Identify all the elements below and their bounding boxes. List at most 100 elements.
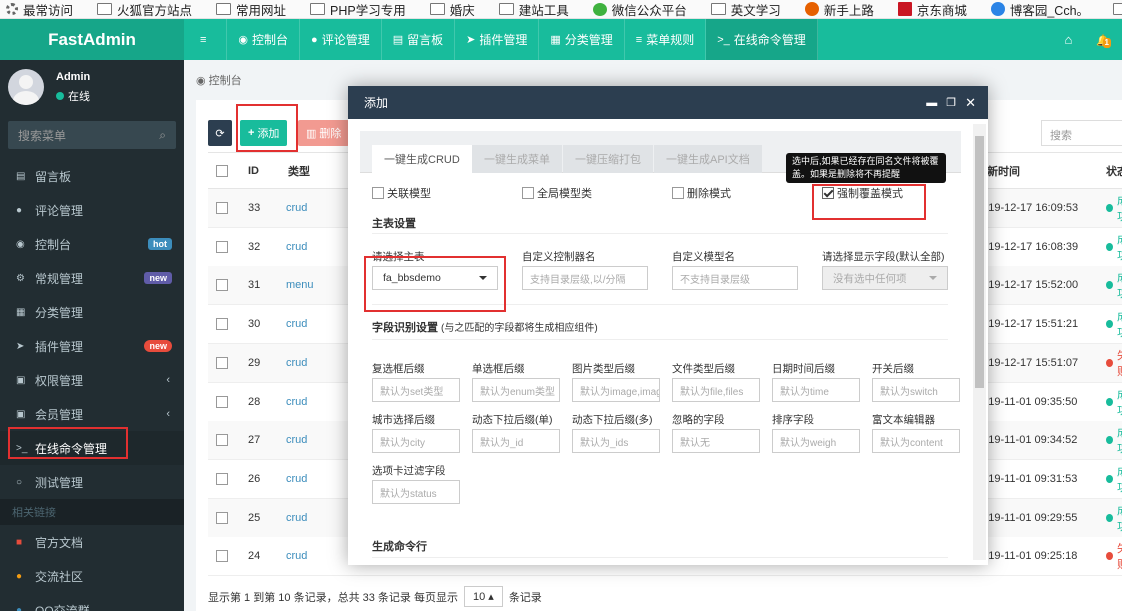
top-nav-item[interactable]: ◉ 控制台 <box>227 19 301 60</box>
grid-search-input[interactable]: 搜索 <box>1041 120 1122 146</box>
cell-type[interactable]: crud <box>286 344 307 382</box>
display-fields-select[interactable]: 没有选中任何项 <box>822 266 948 290</box>
relation-model-checkbox[interactable]: 关联模型 <box>372 185 431 201</box>
sidebar-item[interactable]: ▤ 留言板 <box>0 159 184 193</box>
sidebar-item[interactable]: ▦ 分类管理 <box>0 295 184 329</box>
bookmark-item[interactable]: 英文学习 <box>705 0 781 18</box>
field-input[interactable]: 默认为file,files <box>672 378 760 402</box>
cell-type[interactable]: crud <box>286 189 307 227</box>
row-checkbox[interactable] <box>216 511 228 524</box>
global-model-checkbox[interactable]: 全局模型类 <box>522 185 592 201</box>
row-checkbox[interactable] <box>216 279 228 292</box>
dialog-tab[interactable]: 一键生成API文档 <box>654 145 762 173</box>
top-nav-item[interactable]: ● 评论管理 <box>300 19 382 60</box>
field-input[interactable]: 默认为_ids <box>572 429 660 453</box>
delete-button[interactable]: ▥ 删除 <box>298 120 350 146</box>
home-icon[interactable]: ⌂ <box>1052 32 1084 47</box>
force-overwrite-checkbox[interactable]: 强制覆盖模式 <box>822 185 903 201</box>
sidebar-item[interactable]: ▣ 权限管理 ‹ <box>0 363 184 397</box>
bookmark-item[interactable]: 婚庆 <box>424 0 475 18</box>
brand-logo[interactable]: FastAdmin <box>0 19 184 60</box>
top-nav-item[interactable]: ➤ 插件管理 <box>455 19 540 60</box>
row-checkbox[interactable] <box>216 202 228 214</box>
bookmark-item[interactable]: 微信公众平台 <box>587 0 687 18</box>
scrollbar-thumb[interactable] <box>975 136 984 388</box>
field-input[interactable]: 默认为status <box>372 480 460 504</box>
field-input[interactable]: 默认为image,images <box>572 378 660 402</box>
top-nav-item[interactable]: ▦ 分类管理 <box>539 19 625 60</box>
close-icon[interactable]: ✕ <box>965 95 976 111</box>
cell-type[interactable]: crud <box>286 228 307 266</box>
cell-type[interactable]: crud <box>286 537 307 575</box>
sidebar-item[interactable]: >_ 在线命令管理 <box>0 431 184 465</box>
sidebar-item[interactable]: ○ 测试管理 <box>0 465 184 499</box>
bookmark-item[interactable]: 火狐官方站点 <box>91 0 192 18</box>
top-nav-item[interactable]: ≡ 菜单规则 <box>625 19 707 60</box>
breadcrumb[interactable]: ◉ 控制台 <box>196 72 242 88</box>
bookmark-item[interactable]: PHP学习专用 <box>304 0 406 18</box>
bookmark-item[interactable]: 最常访问 <box>0 0 73 18</box>
row-checkbox[interactable] <box>216 240 228 253</box>
bookmark-item[interactable]: 常用网址 <box>1107 0 1122 18</box>
dialog-scrollbar[interactable] <box>973 124 986 560</box>
controller-input[interactable]: 支持目录层级,以/分隔 <box>522 266 648 290</box>
user-panel: Admin 在线 <box>0 60 184 114</box>
header-type[interactable]: 类型 <box>288 153 310 188</box>
delete-mode-checkbox[interactable]: 删除模式 <box>672 185 731 201</box>
cell-type[interactable]: crud <box>286 305 307 343</box>
sidebar-item[interactable]: ⚙ 常规管理 new <box>0 261 184 295</box>
sidebar-link[interactable]: ● QQ交流群 <box>0 593 184 611</box>
cell-type[interactable]: crud <box>286 460 307 498</box>
refresh-button[interactable]: ⟳ <box>208 120 232 146</box>
header-status[interactable]: 状态 <box>1106 153 1122 188</box>
maximize-icon[interactable]: ❐ <box>946 96 956 109</box>
row-checkbox[interactable] <box>216 550 228 563</box>
sidebar-link[interactable]: ■ 官方文档 <box>0 525 184 559</box>
header-id[interactable]: ID <box>248 153 259 188</box>
field-input[interactable]: 默认为switch <box>872 378 960 402</box>
sidebar-search[interactable]: 搜索菜单 ⌕ <box>8 121 176 149</box>
row-checkbox[interactable] <box>216 395 228 408</box>
add-button[interactable]: + 添加 <box>240 120 288 146</box>
bookmark-item[interactable]: 建站工具 <box>493 0 569 18</box>
sidebar-link[interactable]: ● 交流社区 <box>0 559 184 593</box>
field-input[interactable]: 默认为weigh <box>772 429 860 453</box>
sidebar-item[interactable]: ● 评论管理 <box>0 193 184 227</box>
select-all-checkbox[interactable] <box>216 164 228 177</box>
row-checkbox[interactable] <box>216 434 228 447</box>
field-input[interactable]: 默认无 <box>672 429 760 453</box>
dialog-tab[interactable]: 一键生成菜单 <box>472 145 562 173</box>
cell-type[interactable]: crud <box>286 499 307 537</box>
page-size-select[interactable]: 10 ▴ <box>463 586 503 607</box>
top-nav-item[interactable]: >_ 在线命令管理 <box>706 19 818 60</box>
bookmark-item[interactable]: 常用网址 <box>210 0 286 18</box>
top-nav-item[interactable]: ▤ 留言板 <box>382 19 456 60</box>
dialog-tab[interactable]: 一键压缩打包 <box>563 145 653 173</box>
field-input[interactable]: 默认为_id <box>472 429 560 453</box>
field-input[interactable]: 默认为content <box>872 429 960 453</box>
row-checkbox[interactable] <box>216 472 228 485</box>
minimize-icon[interactable]: ▬ <box>926 97 937 109</box>
cell-type[interactable]: menu <box>286 266 314 304</box>
sidebar-item[interactable]: ◉ 控制台 hot <box>0 227 184 261</box>
bookmark-item[interactable]: 博客园_Cch。 <box>985 0 1089 18</box>
field-input[interactable]: 默认为enum类型 <box>472 378 560 402</box>
cell-type[interactable]: crud <box>286 421 307 459</box>
bookmark-item[interactable]: 京东商城 <box>892 0 967 18</box>
top-nav-item[interactable]: ≡ <box>184 19 228 60</box>
avatar[interactable] <box>8 69 44 105</box>
sidebar-item[interactable]: ➤ 插件管理 new <box>0 329 184 363</box>
bell-icon[interactable]: 🔔1 <box>1084 32 1122 48</box>
row-checkbox[interactable] <box>216 356 228 369</box>
dialog-tab[interactable]: 一键生成CRUD <box>372 145 472 173</box>
sidebar-item[interactable]: ▣ 会员管理 ‹ <box>0 397 184 431</box>
model-input[interactable]: 不支持目录层级 <box>672 266 798 290</box>
cell-type[interactable]: crud <box>286 383 307 421</box>
field-input[interactable]: 默认为time <box>772 378 860 402</box>
table-select[interactable]: fa_bbsdemo <box>372 266 498 290</box>
field-input[interactable]: 默认为set类型 <box>372 378 460 402</box>
field-input[interactable]: 默认为city <box>372 429 460 453</box>
status-badge: 成功 <box>1106 305 1122 343</box>
bookmark-item[interactable]: 新手上路 <box>799 0 874 18</box>
row-checkbox[interactable] <box>216 318 228 331</box>
